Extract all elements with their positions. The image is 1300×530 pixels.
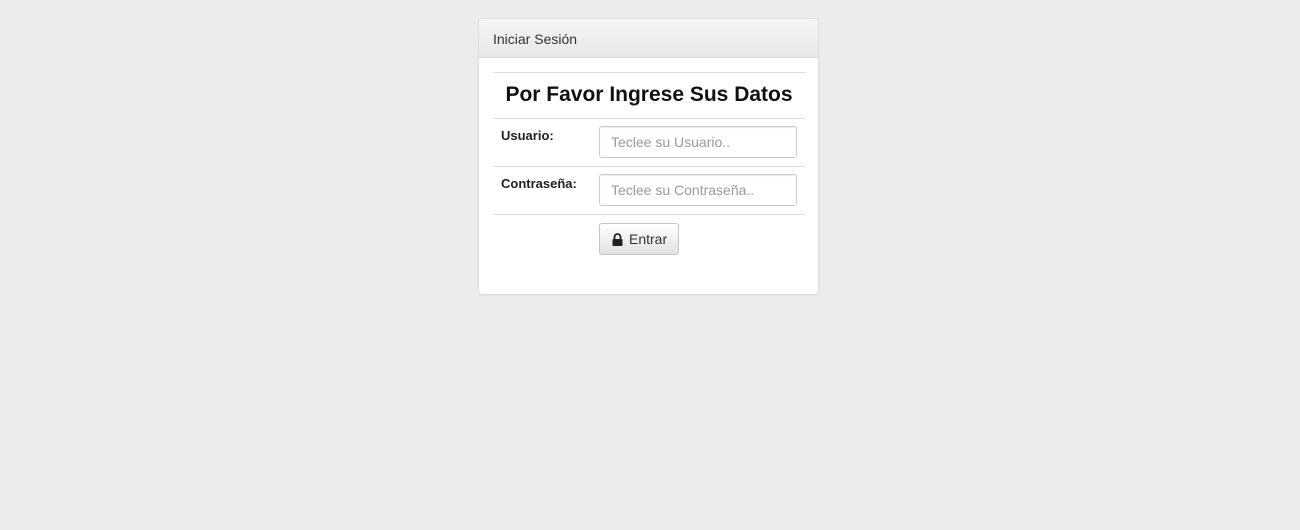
form-title: Por Favor Ingrese Sus Datos	[493, 72, 805, 119]
login-panel: Iniciar Sesión Por Favor Ingrese Sus Dat…	[478, 18, 819, 295]
panel-heading: Iniciar Sesión	[479, 19, 818, 58]
lock-icon	[611, 232, 624, 246]
login-button-label: Entrar	[629, 231, 668, 247]
username-label: Usuario:	[493, 118, 599, 167]
username-input[interactable]	[599, 126, 797, 158]
password-input[interactable]	[599, 174, 797, 206]
panel-body: Por Favor Ingrese Sus Datos Usuario: Con…	[479, 58, 818, 263]
login-form: Por Favor Ingrese Sus Datos Usuario: Con…	[493, 72, 805, 263]
password-label: Contraseña:	[493, 166, 599, 215]
login-button[interactable]: Entrar	[599, 223, 680, 255]
